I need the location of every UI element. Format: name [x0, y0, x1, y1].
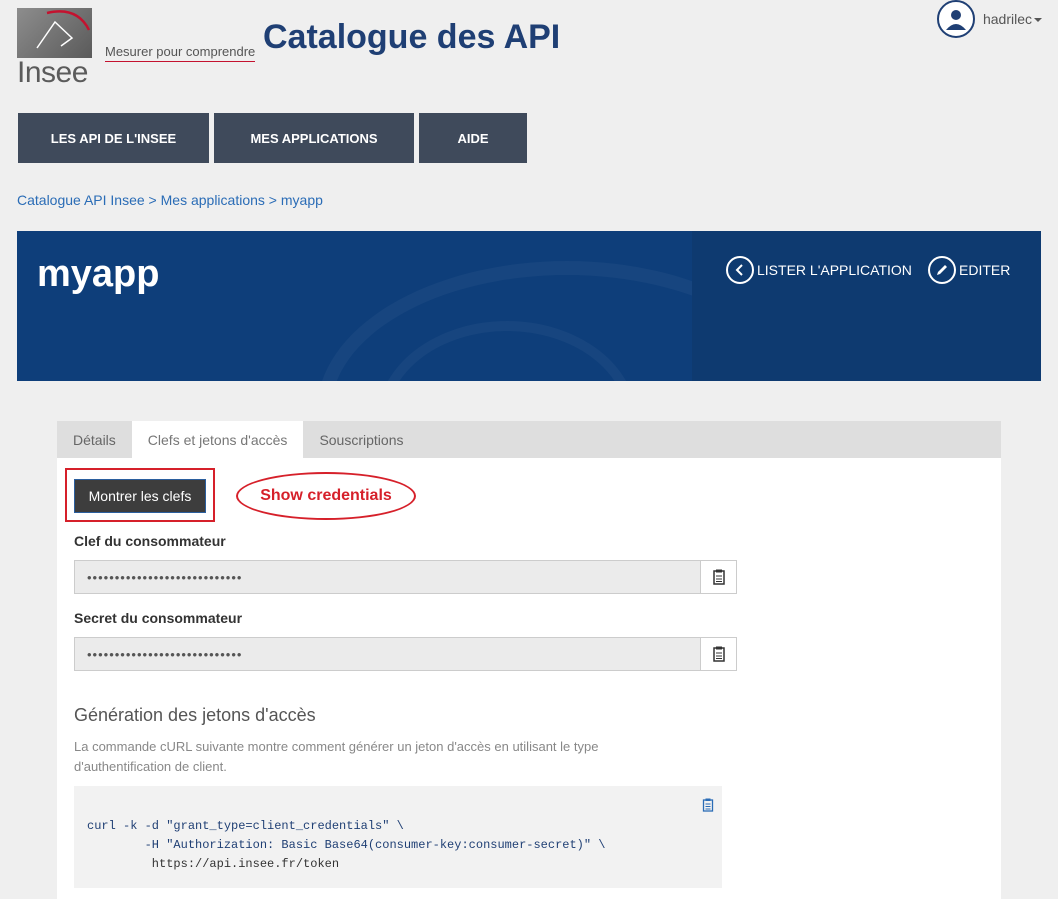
app-banner: myapp LISTER L'APPLICATION EDITER [17, 231, 1041, 381]
token-generation-title: Génération des jetons d'accès [74, 705, 316, 725]
curl-code-block: curl -k -d "grant_type=client_credential… [74, 786, 722, 888]
code-line: https://api.insee.fr/token [87, 857, 340, 871]
code-line: curl -k -d "grant_type=client_credential… [87, 819, 404, 833]
user-name: hadrilec [982, 11, 1032, 27]
breadcrumb-separator: > [148, 192, 157, 208]
insee-logo[interactable]: Insee Mesurer pour comprendre [17, 8, 257, 89]
show-keys-button[interactable]: Montrer les clefs [74, 479, 206, 513]
consumer-secret-input[interactable] [75, 638, 700, 670]
banner-actions-panel [692, 231, 1041, 381]
site-title: Catalogue des API [263, 18, 561, 56]
nav-item-aide[interactable]: AIDE [419, 113, 527, 163]
tab-details[interactable]: Détails [57, 421, 132, 458]
copy-code-button[interactable] [702, 798, 714, 816]
user-icon [936, 0, 975, 38]
pencil-icon [928, 256, 956, 284]
tab-subscriptions[interactable]: Souscriptions [303, 421, 419, 458]
app-details-panel: Détails Clefs et jetons d'accès Souscrip… [57, 421, 1001, 899]
main-nav: LES API DE L'INSEE MES APPLICATIONS AIDE [18, 113, 527, 163]
show-keys-highlight: Montrer les clefs [65, 468, 215, 522]
breadcrumb-item-myapp[interactable]: myapp [281, 192, 323, 208]
list-application-button[interactable]: LISTER L'APPLICATION [726, 256, 912, 284]
clipboard-icon [712, 569, 725, 585]
breadcrumb-separator: > [268, 192, 277, 208]
breadcrumb: Catalogue API Insee > Mes applications >… [17, 192, 323, 208]
chevron-down-icon [1034, 18, 1042, 22]
nav-item-mes-applications[interactable]: MES APPLICATIONS [214, 113, 414, 163]
copy-key-button[interactable] [700, 561, 736, 593]
show-credentials-annotation: Show credentials [236, 472, 416, 520]
consumer-key-label: Clef du consommateur [74, 533, 226, 549]
tab-keys-tokens[interactable]: Clefs et jetons d'accès [131, 421, 304, 458]
nav-item-les-api[interactable]: LES API DE L'INSEE [18, 113, 209, 163]
breadcrumb-item-mes-applications[interactable]: Mes applications [161, 192, 265, 208]
consumer-key-input[interactable] [75, 561, 700, 593]
consumer-secret-label: Secret du consommateur [74, 610, 243, 626]
logo-word: Insee [17, 56, 88, 89]
token-generation-description: La commande cURL suivante montre comment… [74, 739, 599, 774]
user-menu[interactable]: hadrilec [936, 0, 1042, 38]
breadcrumb-item-catalogue[interactable]: Catalogue API Insee [17, 192, 145, 208]
logo-tagline: Mesurer pour comprendre [105, 44, 256, 62]
insee-logo-mark [17, 8, 92, 58]
edit-label: EDITER [959, 262, 1011, 278]
consumer-key-field [74, 560, 737, 594]
edit-button[interactable]: EDITER [928, 256, 1010, 284]
consumer-secret-field [74, 637, 737, 671]
clipboard-icon [702, 798, 714, 812]
list-application-label: LISTER L'APPLICATION [757, 262, 912, 278]
tab-bar: Détails Clefs et jetons d'accès Souscrip… [57, 421, 1001, 458]
code-line: -H "Authorization: Basic Base64(consumer… [87, 838, 606, 852]
clipboard-icon [712, 646, 725, 662]
app-title: myapp [37, 253, 160, 295]
chevron-left-icon [726, 256, 754, 284]
copy-secret-button[interactable] [700, 638, 736, 670]
